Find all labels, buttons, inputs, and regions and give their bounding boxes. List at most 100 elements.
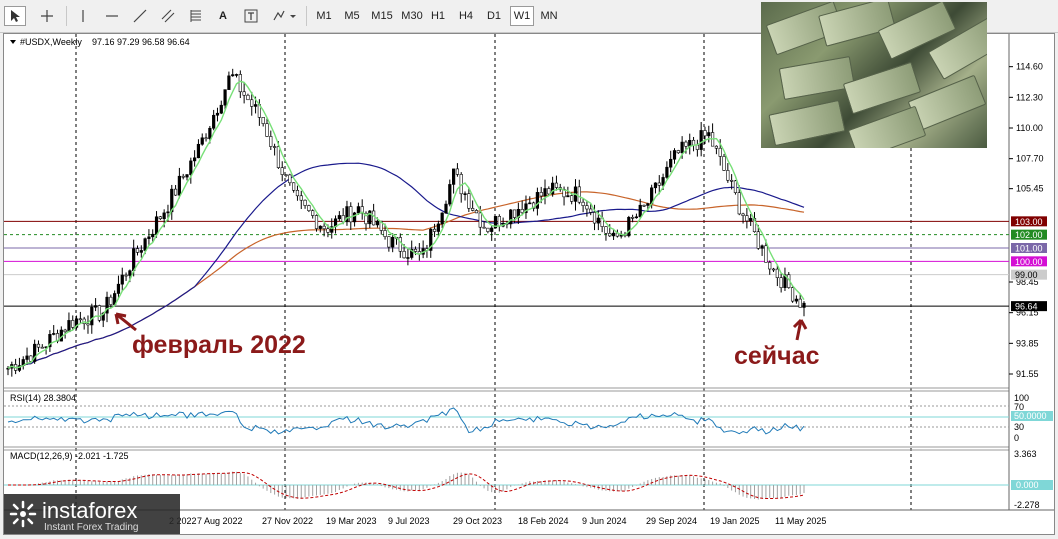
macd-level-bottom: -2.278 xyxy=(1014,500,1040,510)
candle-body xyxy=(139,250,143,253)
cursor-icon[interactable] xyxy=(4,6,26,26)
chart-symbol: #USDX,Weekly xyxy=(20,37,82,47)
text-tool-icon[interactable] xyxy=(240,6,262,26)
candle-body xyxy=(193,157,197,162)
time-tick: 9 Jun 2024 xyxy=(582,516,627,526)
candle-body xyxy=(596,217,600,224)
candle-body xyxy=(768,262,772,270)
candle-body xyxy=(177,175,181,196)
candle-body xyxy=(52,333,56,335)
price-tick: 107.70 xyxy=(1016,154,1044,164)
time-tick: 7 Aug 2022 xyxy=(197,516,243,526)
candle-body xyxy=(436,223,440,232)
chart-ohlc: 97.16 97.29 96.58 96.64 xyxy=(92,37,190,47)
shapes-icon[interactable] xyxy=(270,6,300,26)
candle-body xyxy=(608,233,612,237)
time-tick: 19 Mar 2023 xyxy=(326,516,377,526)
candle-body xyxy=(680,141,684,154)
price-tick: 91.55 xyxy=(1016,369,1039,379)
candle-body xyxy=(657,182,661,186)
candle-body xyxy=(242,91,246,96)
candle-body xyxy=(212,114,216,129)
candle-body xyxy=(589,208,593,213)
candle-body xyxy=(303,199,307,206)
price-tick: 110.00 xyxy=(1016,123,1043,133)
candle-body xyxy=(707,132,711,137)
candle-body xyxy=(261,117,265,124)
time-tick: 29 Sep 2024 xyxy=(646,516,697,526)
fibonacci-icon[interactable] xyxy=(186,6,206,26)
candle-body xyxy=(631,216,635,219)
candle-body xyxy=(486,227,490,232)
candle-body xyxy=(356,206,360,214)
candle-body xyxy=(676,150,680,154)
candle-body xyxy=(688,139,692,147)
candle-body xyxy=(672,150,677,160)
channel-icon[interactable] xyxy=(158,6,178,26)
candle-body xyxy=(790,287,795,302)
annotation-arrow-icon xyxy=(114,312,137,332)
text-label-icon[interactable]: A xyxy=(214,6,232,26)
candle-body xyxy=(749,218,753,222)
trend-line-icon[interactable] xyxy=(130,6,150,26)
candle-body xyxy=(402,250,406,259)
macd-label: MACD(12,26,9) -2.021 -1.725 xyxy=(10,451,129,461)
timeframe-h4[interactable]: H4 xyxy=(454,6,478,26)
candle-body xyxy=(726,170,730,181)
instaforex-watermark: instaforex Instant Forex Trading xyxy=(4,494,180,534)
candle-body xyxy=(665,166,669,178)
candle-body xyxy=(280,167,284,175)
candle-body xyxy=(490,227,494,232)
timeframe-m1[interactable]: M1 xyxy=(312,6,336,26)
timeframe-h1[interactable]: H1 xyxy=(426,6,450,26)
candle-body xyxy=(322,225,326,230)
candle-body xyxy=(581,201,585,206)
candle-body xyxy=(154,216,159,235)
candle-body xyxy=(440,212,444,225)
horizontal-line-icon[interactable] xyxy=(102,6,122,26)
candle-body xyxy=(497,216,501,227)
candle-body xyxy=(661,177,665,186)
candle-body xyxy=(223,89,227,106)
candle-body xyxy=(311,210,315,216)
candle-body xyxy=(554,182,559,188)
candle-body xyxy=(413,248,418,252)
timeframe-m15[interactable]: M15 xyxy=(368,6,396,26)
candle-body xyxy=(684,141,688,147)
candle-body xyxy=(463,193,467,195)
crosshair-icon[interactable] xyxy=(36,6,58,26)
timeframe-m5[interactable]: M5 xyxy=(340,6,364,26)
candle-body xyxy=(318,225,322,229)
collapse-arrow-icon[interactable] xyxy=(10,40,16,44)
timeframe-w1[interactable]: W1 xyxy=(510,6,534,26)
candle-body xyxy=(398,237,402,252)
vertical-line-icon[interactable] xyxy=(74,6,92,26)
candle-body xyxy=(86,323,90,326)
timeframe-m30[interactable]: M30 xyxy=(398,6,426,26)
candle-body xyxy=(109,296,113,305)
candle-body xyxy=(730,179,734,182)
candle-body xyxy=(63,329,67,333)
candle-body xyxy=(455,168,460,175)
price-tick: 112.30 xyxy=(1016,92,1043,102)
candle-body xyxy=(775,268,779,278)
candle-body xyxy=(269,136,273,147)
candle-body xyxy=(128,270,132,276)
candle-body xyxy=(25,355,29,360)
candle-body xyxy=(691,139,696,146)
candle-body xyxy=(722,156,726,171)
timeframe-mn[interactable]: MN xyxy=(536,6,562,26)
candle-body xyxy=(284,174,288,176)
candle-body xyxy=(162,212,166,220)
timeframe-d1[interactable]: D1 xyxy=(482,6,506,26)
candle-body xyxy=(432,228,437,232)
candle-body xyxy=(509,209,513,225)
candle-body xyxy=(539,192,543,197)
annotation-february-2022: февраль 2022 xyxy=(132,331,306,359)
annotation-now-arrow-icon xyxy=(792,318,808,341)
price-tick: 93.85 xyxy=(1016,338,1039,348)
time-tick: 27 Nov 2022 xyxy=(262,516,313,526)
candle-body xyxy=(314,215,319,229)
time-tick: 18 Feb 2024 xyxy=(518,516,569,526)
candle-body xyxy=(349,206,353,223)
